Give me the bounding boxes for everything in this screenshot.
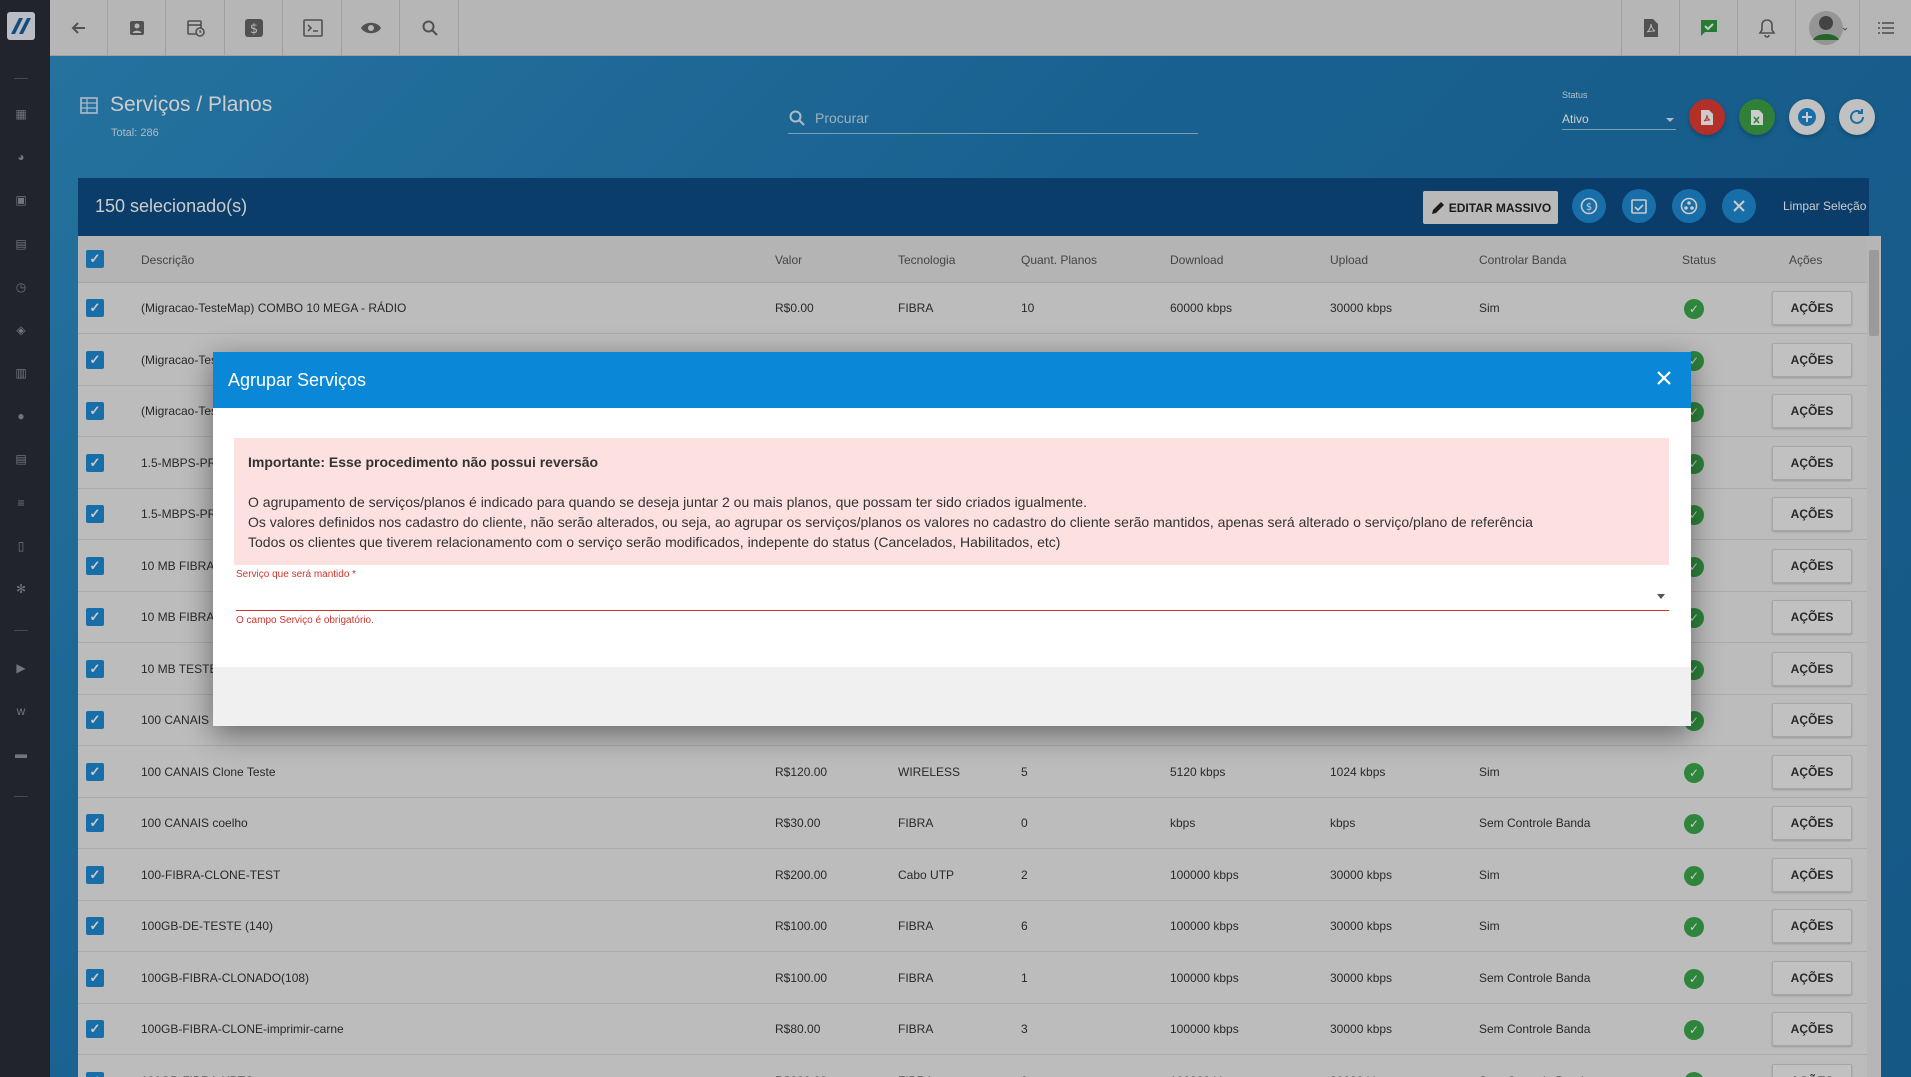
chevron-down-icon xyxy=(1657,594,1665,599)
close-icon[interactable] xyxy=(1649,364,1679,394)
group-services-dialog: Agrupar Serviços Importante: Esse proced… xyxy=(213,352,1691,726)
warning-alert: Importante: Esse procedimento não possui… xyxy=(234,438,1669,565)
dialog-header: Agrupar Serviços xyxy=(213,352,1691,408)
service-field-label: Serviço que será mantido * xyxy=(236,569,357,580)
dialog-footer xyxy=(213,667,1691,726)
dialog-title: Agrupar Serviços xyxy=(228,370,367,390)
service-field-error: O campo Serviço é obrigatório. xyxy=(236,615,374,626)
alert-line: O agrupamento de serviços/planos é indic… xyxy=(248,494,1087,510)
alert-title: Importante: Esse procedimento não possui… xyxy=(248,454,599,470)
service-kept-select[interactable] xyxy=(236,582,1669,611)
alert-line: Todos os clientes que tiverem relacionam… xyxy=(248,534,1061,550)
alert-line: Os valores definidos nos cadastro do cli… xyxy=(248,514,1533,530)
